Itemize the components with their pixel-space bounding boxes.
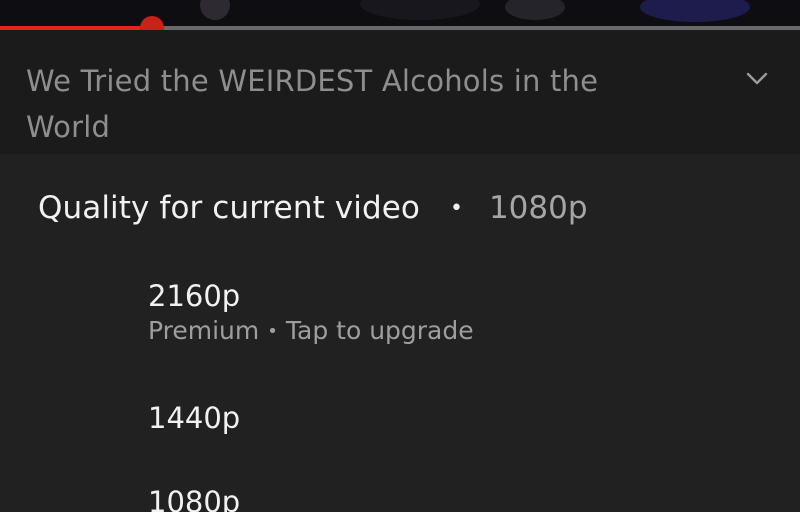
premium-badge: Premium [148, 316, 260, 345]
quality-sheet-title: Quality for current video [38, 190, 420, 226]
video-title-bar[interactable]: We Tried the WEIRDEST Alcohols in the Wo… [0, 30, 800, 154]
video-frame-highlight [505, 0, 565, 20]
quality-option-subtitle: Premium • Tap to upgrade [148, 315, 748, 350]
current-quality: 1080p [488, 190, 588, 226]
video-frame-highlight [200, 0, 230, 20]
quality-sheet-header: Quality for current video • 1080p [38, 186, 588, 230]
upgrade-hint[interactable]: Tap to upgrade [286, 316, 474, 345]
video-frame-shadow [360, 0, 480, 20]
subtitle-separator: • [267, 321, 278, 342]
quality-option-label: 2160p [148, 279, 241, 313]
header-separator: • [449, 195, 463, 221]
video-frame-highlight [640, 0, 750, 22]
quality-sheet: Quality for current video • 1080p 2160p … [0, 154, 800, 512]
video-title: We Tried the WEIRDEST Alcohols in the Wo… [26, 64, 599, 144]
video-frame[interactable] [0, 0, 800, 28]
chevron-down-icon[interactable] [744, 68, 770, 88]
quality-option-1080p[interactable]: 1080p [148, 483, 748, 512]
video-player-screen: We Tried the WEIRDEST Alcohols in the Wo… [0, 0, 800, 512]
quality-option-label: 1080p [148, 485, 241, 512]
quality-option-2160p[interactable]: 2160p Premium • Tap to upgrade [148, 277, 748, 350]
quality-option-label: 1440p [148, 401, 241, 435]
quality-option-1440p[interactable]: 1440p [148, 399, 748, 437]
